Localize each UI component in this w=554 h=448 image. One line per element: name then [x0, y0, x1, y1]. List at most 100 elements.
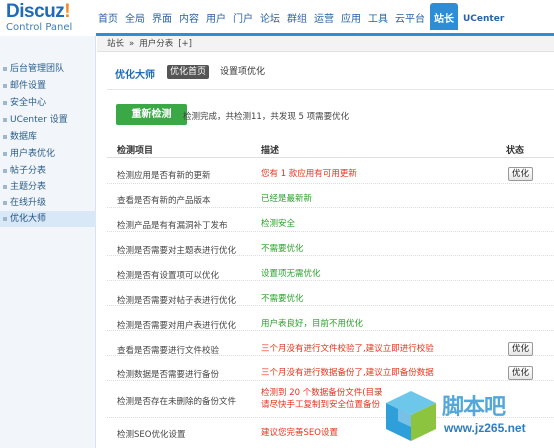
- bullet-icon: [3, 185, 7, 189]
- sidebar-item-user-table[interactable]: 用户表优化: [0, 146, 96, 162]
- bullet-icon: [3, 201, 7, 205]
- breadcrumb-webmaster[interactable]: 站长: [107, 39, 124, 49]
- logo-subtitle: Control Panel: [6, 22, 73, 33]
- tab-optimizer-home[interactable]: 优化首页: [167, 65, 210, 79]
- sidebar-item-label: 安全中心: [10, 98, 47, 108]
- cube-logo-icon: [386, 391, 436, 441]
- row-desc-line2: 请尽快手工复制到安全位置备份: [261, 400, 381, 410]
- breadcrumb-add[interactable]: [+]: [178, 39, 192, 49]
- sidebar-item-ucenter[interactable]: UCenter 设置: [0, 112, 96, 128]
- breadcrumb-separator: »: [129, 39, 135, 49]
- row-item: 检测是否需要对帖子表进行优化: [117, 296, 237, 306]
- optimize-button[interactable]: 优化: [508, 342, 533, 356]
- nav-ucenter[interactable]: UCenter: [461, 9, 506, 30]
- nav-portal[interactable]: 门户: [231, 9, 255, 30]
- main-nav: 首页 全局 界面 内容 用户 门户 论坛 群组 运营 应用 工具 云平台 站长 …: [96, 3, 509, 33]
- breadcrumb-user-split[interactable]: 用户分表: [139, 39, 173, 49]
- table-row: 检测产品是有有漏洞补丁发布 检测安全: [107, 208, 554, 232]
- nav-apps[interactable]: 应用: [339, 9, 363, 30]
- row-desc: 设置项无需优化: [261, 269, 321, 279]
- header-desc: 描述: [261, 146, 280, 156]
- table-row: 查看是否有新的产品版本 已经是最新新: [107, 184, 554, 208]
- row-desc: 三个月没有进行数据备份了,建议立即备份数据: [261, 368, 434, 378]
- sidebar-item-upgrade[interactable]: 在线升级: [0, 195, 96, 211]
- bullet-icon: [3, 169, 7, 173]
- sidebar: 后台管理团队 邮件设置 安全中心 UCenter 设置 数据库 用户表优化 帖子…: [0, 36, 96, 448]
- sidebar-item-thread-split[interactable]: 主题分表: [0, 179, 96, 195]
- row-desc: 三个月没有进行文件校验了,建议立即进行校验: [261, 344, 434, 354]
- sidebar-item-label: 邮件设置: [10, 81, 47, 91]
- optimize-button[interactable]: 优化: [508, 167, 533, 181]
- bullet-icon: [3, 67, 7, 71]
- nav-user[interactable]: 用户: [204, 9, 228, 30]
- row-item: 检测是否需要对用户表进行优化: [117, 321, 237, 331]
- table-row: 检测是否需要对帖子表进行优化 不需要优化: [107, 282, 554, 306]
- watermark: 脚本吧 www.jz265.net: [382, 387, 554, 448]
- nav-content[interactable]: 内容: [177, 9, 201, 30]
- page-title: 优化大师: [115, 70, 155, 81]
- nav-home[interactable]: 首页: [96, 9, 120, 30]
- sidebar-item-label: UCenter 设置: [10, 115, 68, 125]
- sidebar-item-security[interactable]: 安全中心: [0, 95, 96, 111]
- nav-operation[interactable]: 运营: [312, 9, 336, 30]
- sidebar-item-label: 在线升级: [10, 198, 47, 208]
- row-item: 检测是否需要对主题表进行优化: [117, 246, 237, 256]
- sidebar-item-label: 优化大师: [10, 214, 47, 224]
- bullet-icon: [3, 118, 7, 122]
- breadcrumb: 站长 » 用户分表 [+]: [97, 36, 554, 52]
- sidebar-item-admin-team[interactable]: 后台管理团队: [0, 61, 96, 77]
- row-desc: 建议您完善SEO设置: [261, 428, 338, 438]
- sidebar-item-label: 主题分表: [10, 182, 47, 192]
- watermark-text: 脚本吧: [442, 395, 506, 420]
- row-item: 检测数据是否需要进行备份: [117, 370, 220, 380]
- logo-text: Discuz: [6, 1, 65, 22]
- row-desc: 不需要优化: [261, 294, 304, 304]
- sidebar-item-label: 数据库: [10, 132, 38, 142]
- watermark-url: www.jz265.net: [444, 421, 526, 435]
- header-divider: [107, 157, 554, 158]
- header-item: 检测项目: [117, 146, 154, 156]
- bullet-icon: [3, 217, 7, 221]
- top-header: Discuz! Control Panel 首页 全局 界面 内容 用户 门户 …: [0, 0, 554, 33]
- nav-forum[interactable]: 论坛: [258, 9, 282, 30]
- sidebar-item-post-split[interactable]: 帖子分表: [0, 163, 96, 179]
- sidebar-item-optimizer[interactable]: 优化大师: [0, 211, 96, 227]
- recheck-button[interactable]: 重新检测: [116, 104, 187, 125]
- sidebar-item-database[interactable]: 数据库: [0, 129, 96, 145]
- row-desc: 您有 1 款应用有可用更新: [261, 169, 357, 179]
- bullet-icon: [3, 135, 7, 139]
- row-desc: 已经是最新新: [261, 194, 313, 204]
- row-item: 检测是否有设置项可以优化: [117, 271, 220, 281]
- nav-webmaster[interactable]: 站长: [430, 3, 458, 30]
- nav-global[interactable]: 全局: [123, 9, 147, 30]
- tab-setting-optimize[interactable]: 设置项优化: [217, 65, 268, 79]
- bullet-icon: [3, 152, 7, 156]
- table-row: 检测是否需要对主题表进行优化 不需要优化: [107, 232, 554, 256]
- sidebar-item-label: 用户表优化: [10, 149, 56, 159]
- nav-tools[interactable]: 工具: [366, 9, 390, 30]
- discuz-logo[interactable]: Discuz! Control Panel: [6, 1, 96, 33]
- nav-group[interactable]: 群组: [285, 9, 309, 30]
- row-item: 检测SEO优化设置: [117, 430, 186, 440]
- header-status: 状态: [506, 146, 525, 156]
- bullet-icon: [3, 84, 7, 88]
- row-desc: 用户表良好，目前不用优化: [261, 319, 364, 329]
- bullet-icon: [3, 101, 7, 105]
- table-row: 检测应用是否有新的更新 您有 1 款应用有可用更新 优化: [107, 160, 554, 184]
- sidebar-item-label: 后台管理团队: [10, 64, 65, 74]
- row-item: 检测是否存在未删除的备份文件: [117, 397, 237, 407]
- table-row: 检测是否需要对用户表进行优化 用户表良好，目前不用优化: [107, 307, 554, 331]
- sidebar-item-label: 帖子分表: [10, 166, 47, 176]
- check-summary: 检测完成，共检测11，共发现 5 项需要优化: [183, 112, 350, 122]
- row-item: 查看是否有新的产品版本: [117, 196, 211, 206]
- title-divider: [107, 89, 554, 90]
- logo-bang: !: [64, 1, 71, 22]
- table-row: 查看是否需要进行文件校验 三个月没有进行文件校验了,建议立即进行校验 优化: [107, 332, 554, 356]
- row-item: 检测应用是否有新的更新: [117, 171, 211, 181]
- row-desc: 检测安全: [261, 219, 296, 229]
- row-item: 检测产品是有有漏洞补丁发布: [117, 221, 228, 231]
- nav-cloud[interactable]: 云平台: [393, 9, 427, 30]
- nav-style[interactable]: 界面: [150, 9, 174, 30]
- optimize-button[interactable]: 优化: [508, 366, 533, 380]
- sidebar-item-mail[interactable]: 邮件设置: [0, 78, 96, 94]
